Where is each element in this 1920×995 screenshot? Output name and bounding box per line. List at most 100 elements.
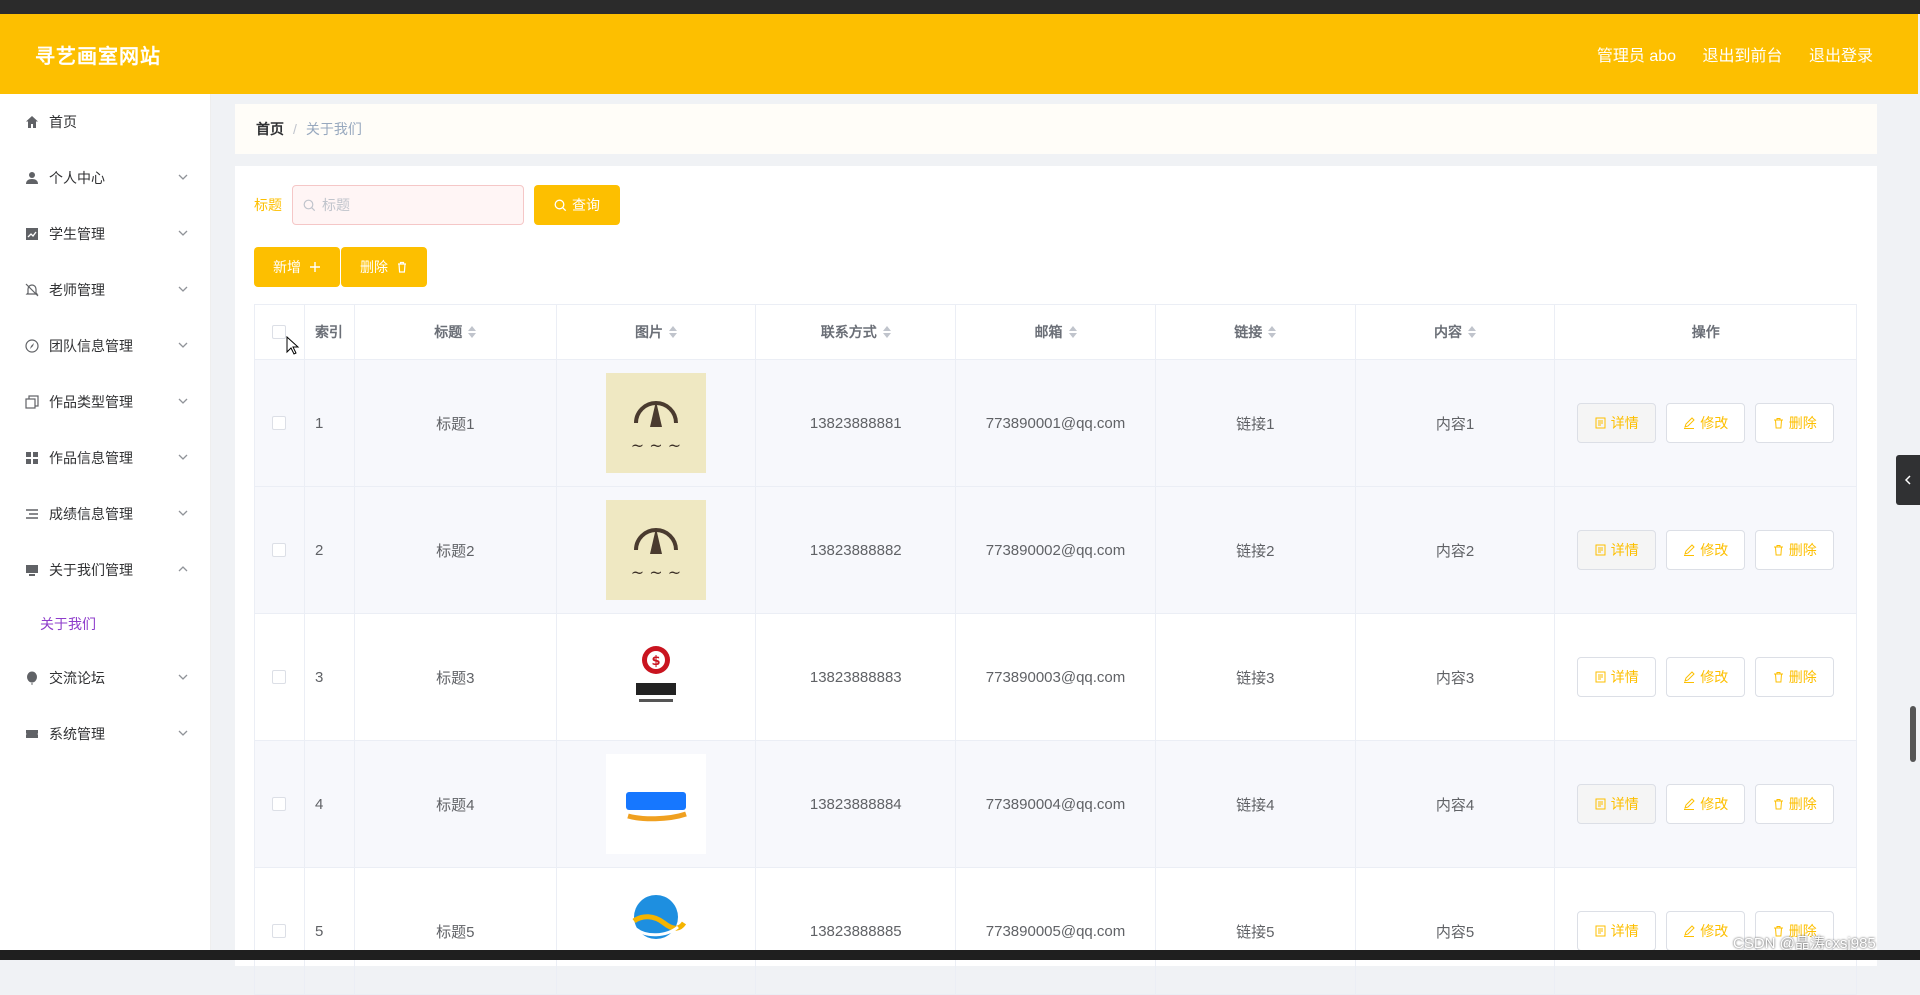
select-all-checkbox[interactable] bbox=[272, 325, 287, 339]
document-icon bbox=[1595, 798, 1606, 810]
detail-button[interactable]: 详情 bbox=[1577, 911, 1657, 951]
sidebar-item-teachers[interactable]: 老师管理 bbox=[0, 262, 210, 318]
delete-button[interactable]: 删除 bbox=[1755, 657, 1835, 697]
side-panel-toggle[interactable] bbox=[1896, 455, 1920, 505]
sidebar-item-system[interactable]: 系统管理 bbox=[0, 706, 210, 762]
logo-alipay-icon[interactable] bbox=[606, 754, 707, 854]
document-icon bbox=[1595, 671, 1606, 683]
sidebar-item-scores[interactable]: 成绩信息管理 bbox=[0, 486, 210, 542]
detail-label: 详情 bbox=[1610, 796, 1639, 812]
delete-button[interactable]: 删除 bbox=[1755, 530, 1835, 570]
exit-to-front-link[interactable]: 退出到前台 bbox=[1703, 48, 1783, 65]
delete-button[interactable]: 删除 bbox=[1755, 784, 1835, 824]
grid-icon bbox=[24, 450, 40, 466]
breadcrumb-home[interactable]: 首页 bbox=[256, 119, 284, 139]
row-title: 标题2 bbox=[355, 487, 557, 613]
sidebar-item-students[interactable]: 学生管理 bbox=[0, 206, 210, 262]
monitor-icon bbox=[24, 562, 40, 578]
row-link: 链接4 bbox=[1156, 741, 1356, 867]
list-icon bbox=[24, 506, 40, 522]
sidebar-item-personal[interactable]: 个人中心 bbox=[0, 150, 210, 206]
detail-button[interactable]: 详情 bbox=[1577, 403, 1657, 443]
header-image[interactable]: 图片 bbox=[557, 305, 757, 359]
header-index: 索引 bbox=[305, 305, 355, 359]
row-link: 链接5 bbox=[1156, 868, 1356, 994]
sort-icon[interactable] bbox=[882, 326, 891, 338]
query-button-label: 查询 bbox=[572, 197, 600, 213]
header-phone[interactable]: 联系方式 bbox=[756, 305, 957, 359]
batch-delete-label: 删除 bbox=[360, 259, 388, 275]
sidebar-item-label: 首页 bbox=[49, 114, 77, 130]
sidebar-item-team[interactable]: 团队信息管理 bbox=[0, 318, 210, 374]
header-email[interactable]: 邮箱 bbox=[956, 305, 1156, 359]
search-icon bbox=[303, 199, 316, 211]
search-input-wrapper bbox=[292, 185, 524, 225]
batch-delete-button[interactable]: 删除 bbox=[341, 247, 427, 287]
row-content: 内容4 bbox=[1356, 741, 1556, 867]
table-row: 2 标题2 ~ ~ ~ 13823888882 773890002@qq.com… bbox=[255, 487, 1856, 614]
row-content: 内容2 bbox=[1356, 487, 1556, 613]
breadcrumb-current: 关于我们 bbox=[305, 121, 362, 137]
compass-icon bbox=[24, 338, 40, 354]
delete-label: 删除 bbox=[1788, 796, 1817, 812]
sort-icon[interactable] bbox=[1468, 326, 1477, 338]
row-link: 链接1 bbox=[1156, 360, 1356, 486]
header-link[interactable]: 链接 bbox=[1156, 305, 1356, 359]
query-button[interactable]: 查询 bbox=[534, 185, 620, 225]
sort-icon[interactable] bbox=[1068, 326, 1077, 338]
row-phone: 13823888884 bbox=[756, 741, 957, 867]
sidebar-item-label: 关于我们管理 bbox=[49, 562, 133, 578]
logo-kuang-icon[interactable]: ~ ~ ~ bbox=[606, 500, 707, 600]
header-content[interactable]: 内容 bbox=[1356, 305, 1556, 359]
edit-button[interactable]: 修改 bbox=[1666, 530, 1746, 570]
sort-icon[interactable] bbox=[468, 326, 477, 338]
sidebar-item-home[interactable]: 首页 bbox=[0, 94, 210, 150]
document-icon bbox=[1595, 544, 1606, 556]
row-phone: 13823888881 bbox=[756, 360, 957, 486]
row-checkbox[interactable] bbox=[272, 924, 287, 938]
search-icon bbox=[554, 199, 567, 211]
chevron-down-icon bbox=[178, 398, 188, 404]
logo-wave-icon[interactable] bbox=[606, 881, 706, 981]
edit-button[interactable]: 修改 bbox=[1666, 657, 1746, 697]
sidebar-item-forum[interactable]: 交流论坛 bbox=[0, 650, 210, 706]
svg-text:~ ~ ~: ~ ~ ~ bbox=[631, 436, 681, 455]
row-checkbox[interactable] bbox=[272, 797, 287, 811]
add-button[interactable]: 新增 bbox=[254, 247, 340, 287]
sidebar-subitem-about-us[interactable]: 关于我们 bbox=[0, 598, 210, 650]
sort-icon[interactable] bbox=[1268, 326, 1277, 338]
table-row: 1 标题1 ~ ~ ~ 13823888881 773890001@qq.com… bbox=[255, 360, 1856, 487]
sidebar-item-label: 作品信息管理 bbox=[49, 450, 133, 466]
svg-text:~ ~ ~: ~ ~ ~ bbox=[631, 563, 681, 582]
logout-link[interactable]: 退出登录 bbox=[1809, 48, 1873, 65]
delete-button[interactable]: 删除 bbox=[1755, 403, 1835, 443]
chevron-down-icon bbox=[178, 174, 188, 180]
detail-label: 详情 bbox=[1610, 923, 1639, 939]
search-input[interactable] bbox=[322, 197, 512, 213]
row-email: 773890002@qq.com bbox=[956, 487, 1156, 613]
header-title[interactable]: 标题 bbox=[355, 305, 557, 359]
row-checkbox[interactable] bbox=[272, 670, 287, 684]
logo-shibo-icon[interactable]: $ bbox=[606, 627, 706, 727]
row-checkbox[interactable] bbox=[272, 416, 287, 430]
edit-icon bbox=[1684, 544, 1695, 556]
sort-icon[interactable] bbox=[669, 326, 678, 338]
edit-button[interactable]: 修改 bbox=[1666, 784, 1746, 824]
detail-button[interactable]: 详情 bbox=[1577, 657, 1657, 697]
table-row: 3 标题3 $ 13823888883 773890003@qq.com 链接3… bbox=[255, 614, 1856, 741]
chevron-up-icon bbox=[178, 566, 188, 572]
top-header: 寻艺画室网站 管理员 abo 退出到前台 退出登录 bbox=[0, 14, 1918, 94]
chart-icon bbox=[24, 226, 40, 242]
chevron-down-icon bbox=[178, 730, 188, 736]
admin-user[interactable]: 管理员 abo bbox=[1597, 48, 1676, 65]
sidebar: 首页 个人中心 学生管理 老师管理 团队信息管理 作品类型管理 作品信息管理 成… bbox=[0, 94, 211, 960]
row-checkbox[interactable] bbox=[272, 543, 287, 557]
sidebar-item-work-info[interactable]: 作品信息管理 bbox=[0, 430, 210, 486]
detail-button[interactable]: 详情 bbox=[1577, 784, 1657, 824]
sidebar-item-work-type[interactable]: 作品类型管理 bbox=[0, 374, 210, 430]
logo-kuang-icon[interactable]: ~ ~ ~ bbox=[606, 373, 707, 473]
sidebar-item-about[interactable]: 关于我们管理 bbox=[0, 542, 210, 598]
detail-button[interactable]: 详情 bbox=[1577, 530, 1657, 570]
edit-button[interactable]: 修改 bbox=[1666, 403, 1746, 443]
page-scrollbar[interactable] bbox=[1910, 706, 1916, 762]
